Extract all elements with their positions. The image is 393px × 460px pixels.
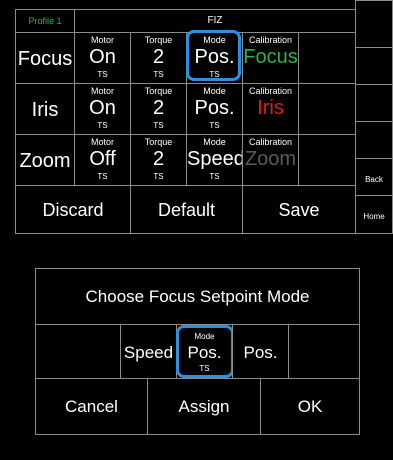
- top-rows-0-motor-label: Motor: [90, 35, 114, 45]
- top-rows-0-motor-sub: TS: [97, 70, 108, 79]
- dialog-options-speed: Speed: [123, 343, 174, 362]
- top-rows-2-torque-label: Torque: [144, 137, 173, 147]
- side-slot-4[interactable]: [355, 121, 393, 159]
- side-slot-2[interactable]: [355, 47, 393, 85]
- top-side-home: Home: [363, 212, 385, 221]
- dialog-buttons-ok: OK: [297, 397, 323, 416]
- zoom-empty-cell: [298, 134, 356, 186]
- top-rows-2-motor-sub: TS: [97, 172, 108, 181]
- top-title: FIZ: [207, 15, 223, 26]
- focus-empty-cell: [298, 32, 356, 84]
- top-rows-0-torque-label: Torque: [144, 35, 173, 45]
- save-button[interactable]: Save: [242, 185, 356, 234]
- top-rows-2-mode-sub: TS: [209, 172, 220, 181]
- zoom-calibration[interactable]: Calibration Zoom: [242, 134, 299, 186]
- iris-empty-cell: [298, 83, 356, 135]
- side-slot-1[interactable]: [355, 0, 393, 48]
- top-rows-0-name: Focus: [17, 48, 73, 70]
- top-actions-default: Default: [157, 200, 216, 220]
- zoom-motor[interactable]: Motor Off TS: [74, 134, 131, 186]
- top-side-back: Back: [365, 175, 383, 184]
- top-rows-0-motor-value: On: [89, 46, 116, 68]
- default-button[interactable]: Default: [130, 185, 243, 234]
- zoom-torque[interactable]: Torque 2 TS: [130, 134, 187, 186]
- top-rows-1-torque-sub: TS: [153, 121, 164, 130]
- top-rows-0-torque-value: 2: [152, 46, 165, 68]
- top-rows-1-motor-value: On: [89, 97, 116, 119]
- top-rows-1-mode-value: Pos.: [194, 97, 235, 119]
- top-rows-1-torque-value: 2: [152, 97, 165, 119]
- focus-calibration[interactable]: Calibration Focus: [242, 32, 299, 84]
- option-speed[interactable]: Speed: [120, 324, 177, 379]
- top-rows-1-motor-label: Motor: [90, 86, 114, 96]
- dialog-option-empty: [35, 324, 121, 379]
- top-rows-2-motor-value: Off: [89, 148, 116, 170]
- top-rows-1-motor-sub: TS: [97, 121, 108, 130]
- dialog-buttons-cancel: Cancel: [65, 397, 118, 416]
- top-rows-1-calibration-label: Calibration: [248, 86, 293, 96]
- focus-torque[interactable]: Torque 2 TS: [130, 32, 187, 84]
- dialog-option-empty-right: [288, 324, 360, 379]
- dialog-title-box: Choose Focus Setpoint Mode: [35, 268, 360, 325]
- top-actions-discard: Discard: [42, 200, 104, 220]
- cancel-button[interactable]: Cancel: [35, 378, 148, 435]
- row-name-focus: Focus: [15, 32, 75, 84]
- discard-button[interactable]: Discard: [15, 185, 131, 234]
- back-button[interactable]: Back: [355, 158, 393, 196]
- iris-torque[interactable]: Torque 2 TS: [130, 83, 187, 135]
- assign-button[interactable]: Assign: [147, 378, 261, 435]
- side-slot-3[interactable]: [355, 84, 393, 122]
- row-name-iris: Iris: [15, 83, 75, 135]
- top-rows-2-torque-value: 2: [152, 148, 165, 170]
- dialog-buttons-assign: Assign: [178, 397, 230, 416]
- focus-mode-selection-highlight: [186, 30, 241, 81]
- row-name-zoom: Zoom: [15, 134, 75, 186]
- dialog-title: Choose Focus Setpoint Mode: [85, 287, 310, 306]
- top-actions-save: Save: [278, 200, 320, 220]
- profile-label[interactable]: Profile 1: [15, 9, 75, 33]
- top-rows-0-calibration-value: Focus: [243, 46, 298, 68]
- top-profile_label: Profile 1: [28, 16, 62, 26]
- home-button[interactable]: Home: [355, 195, 393, 234]
- option-selection-highlight: [176, 325, 234, 378]
- zoom-mode[interactable]: Mode Speed TS: [186, 134, 245, 186]
- option-pos[interactable]: Pos.: [232, 324, 289, 379]
- iris-calibration[interactable]: Calibration Iris: [242, 83, 299, 135]
- top-rows-0-torque-sub: TS: [153, 70, 164, 79]
- focus-motor[interactable]: Motor On TS: [74, 32, 131, 84]
- top-rows-1-mode-label: Mode: [203, 86, 226, 96]
- top-rows-0-calibration-label: Calibration: [248, 35, 293, 45]
- top-rows-1-mode-sub: TS: [209, 121, 220, 130]
- top-rows-2-mode-label: Mode: [203, 137, 226, 147]
- ok-button[interactable]: OK: [260, 378, 360, 435]
- top-rows-2-motor-label: Motor: [90, 137, 114, 147]
- iris-motor[interactable]: Motor On TS: [74, 83, 131, 135]
- top-rows-2-torque-sub: TS: [153, 172, 164, 181]
- top-rows-1-calibration-value: Iris: [257, 97, 284, 119]
- top-rows-2-calibration-label: Calibration: [248, 137, 293, 147]
- top-rows-1-torque-label: Torque: [144, 86, 173, 96]
- top-screen: Profile 1 FIZ Focus Motor On TS Torque 2…: [0, 0, 393, 234]
- dialog-options-pos: Pos.: [243, 343, 278, 362]
- top-rows-2-name: Zoom: [19, 150, 71, 172]
- top-rows-2-calibration-value: Zoom: [244, 148, 297, 170]
- top-rows-1-name: Iris: [31, 99, 59, 121]
- iris-mode[interactable]: Mode Pos. TS: [186, 83, 243, 135]
- dialog-screen: Choose Focus Setpoint Mode Speed Mode Po…: [0, 240, 393, 460]
- top-rows-2-mode-value: Speed: [187, 148, 245, 170]
